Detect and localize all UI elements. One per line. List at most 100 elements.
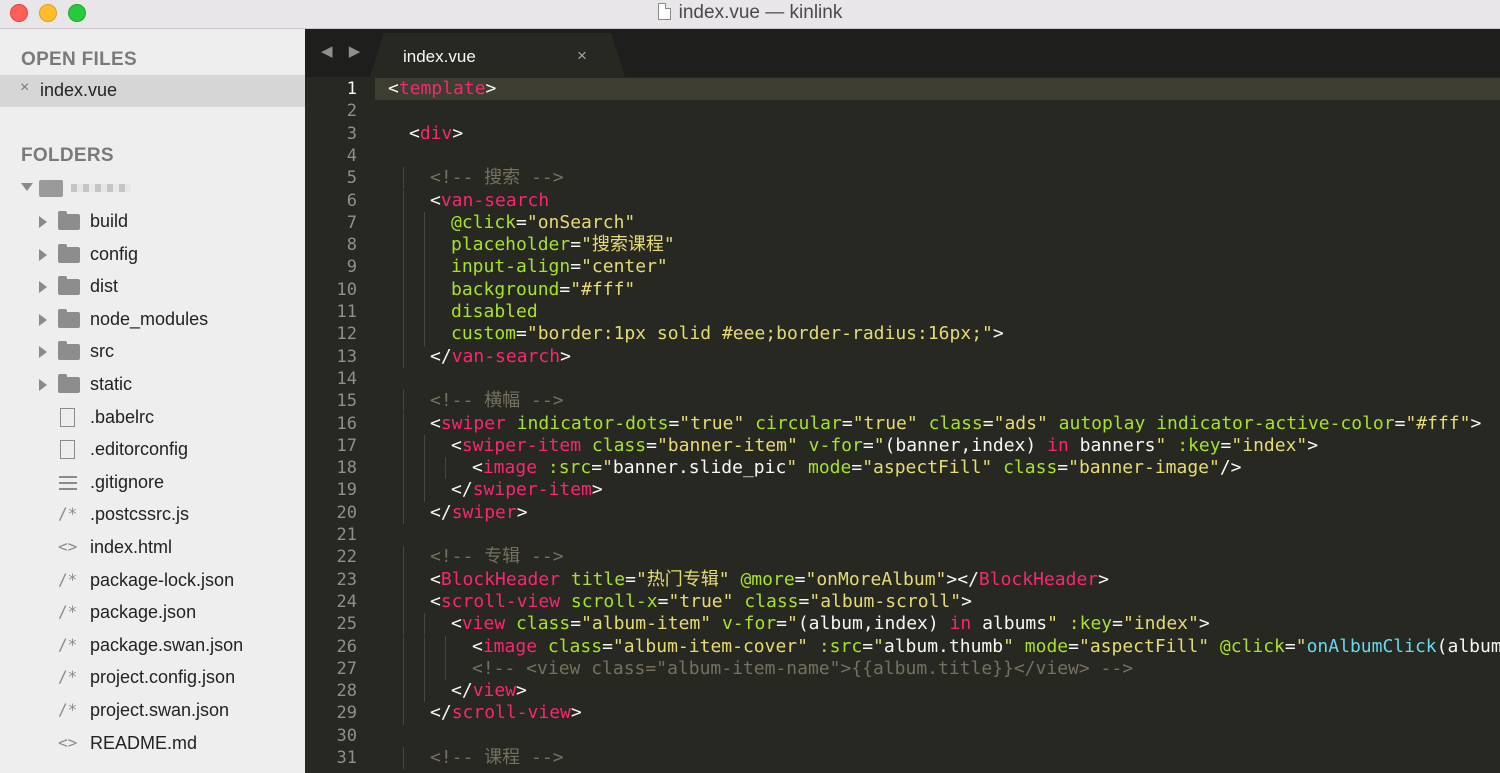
indent-guide (403, 613, 404, 636)
code-token: (banner,index) (884, 434, 1048, 456)
close-icon[interactable]: × (20, 79, 29, 97)
tree-item[interactable]: node_modules (0, 304, 305, 336)
indent-guide (445, 635, 446, 658)
line-number: 17 (336, 435, 357, 456)
tree-item[interactable]: config (0, 239, 305, 271)
indent-guide (403, 189, 404, 212)
tree-item[interactable]: src (0, 336, 305, 368)
open-file-item[interactable]: × index.vue (0, 75, 305, 107)
chevron-down-icon[interactable] (21, 183, 33, 191)
code-token: class (516, 613, 571, 635)
line-number: 9 (346, 257, 357, 278)
comment-icon: /* (58, 700, 78, 719)
tree-item[interactable]: /* package.json (0, 597, 305, 629)
indent-guide (403, 167, 404, 190)
line-number: 11 (336, 302, 357, 322)
tree-item-name: package.json (90, 602, 197, 623)
code-token: < (430, 412, 441, 434)
indent-guide (403, 479, 404, 502)
code-token: scroll-view (440, 590, 561, 612)
tree-item[interactable]: /* .postcssrc.js (0, 499, 305, 531)
code-token: @click (1219, 635, 1285, 657)
tree-item[interactable]: .babelrc (0, 402, 305, 434)
code-token: = (851, 457, 863, 479)
code-line: <!-- <view class="album-item-name">{{alb… (472, 658, 1500, 680)
code-token: > (516, 501, 528, 523)
code-token: = (1057, 457, 1069, 479)
close-icon[interactable]: × (577, 46, 587, 66)
line-number: 3 (346, 123, 357, 144)
code-token: < (451, 613, 462, 635)
tree-item-name: .babelrc (90, 406, 155, 427)
line-number: 27 (336, 658, 357, 679)
line-number: 20 (336, 502, 357, 523)
code-token: > (961, 590, 972, 612)
code-token: <!-- 搜索 --> (430, 167, 564, 189)
code-token: = (668, 412, 680, 434)
code-token: = (982, 412, 994, 434)
indent-guide (424, 434, 425, 458)
code-editor[interactable]: <template> <div> <!-- 搜索 --> <van-search @cl… (375, 77, 1500, 773)
tree-item-name: static (90, 374, 133, 394)
code-token: < (388, 78, 399, 99)
code-token: :src (547, 457, 592, 479)
tree-item[interactable]: <> README.md (0, 728, 305, 760)
code-line: <!-- 课程 --> (430, 747, 1500, 769)
chevron-right-icon[interactable] (39, 248, 47, 261)
folder-icon (58, 211, 80, 230)
code-line: </van-search> (430, 346, 1500, 368)
folder-open-icon (39, 180, 63, 197)
code-token: van-search (440, 189, 550, 211)
code-line: <!-- 搜索 --> (430, 167, 1500, 189)
tree-item[interactable]: static (0, 369, 305, 401)
tree-item-name: project.config.json (90, 667, 236, 688)
code-token: mode (1024, 635, 1069, 657)
tree-item[interactable]: /* project.swan.json (0, 695, 305, 727)
chevron-right-icon[interactable] (39, 281, 47, 294)
code-token: scroll-view (451, 702, 571, 724)
code-line: <!-- 专辑 --> (430, 546, 1500, 568)
tab-index-vue[interactable]: index.vue × (370, 33, 625, 77)
code-token: v-for (808, 434, 863, 456)
chevron-right-icon[interactable] (39, 313, 47, 326)
code-token: in (949, 613, 972, 635)
tree-item[interactable]: /* package.swan.json (0, 630, 305, 662)
tab-nav-arrows-icon[interactable]: ◀ ▶ (321, 42, 366, 60)
code-token: "center" (581, 256, 668, 278)
code-icon: <> (58, 732, 78, 752)
indent-guide (403, 747, 404, 770)
tree-item-name: project.swan.json (90, 700, 230, 720)
code-token: > (452, 122, 464, 144)
code-token: class (547, 635, 603, 657)
line-number: 19 (336, 480, 357, 501)
code-token: ></ (946, 568, 979, 590)
code-token: "搜索课程" (581, 234, 675, 256)
tree-item[interactable]: build (0, 206, 305, 238)
code-token: = (516, 323, 527, 345)
code-token: = (1068, 635, 1079, 657)
tree-item[interactable]: .editorconfig (0, 434, 305, 466)
code-token: image (482, 457, 538, 479)
chevron-right-icon[interactable] (39, 216, 47, 228)
tree-item[interactable]: /* package-lock.json (0, 565, 305, 597)
indent-guide (424, 613, 425, 636)
code-token: view (472, 680, 517, 702)
code-token: = (1220, 434, 1232, 456)
chevron-right-icon[interactable] (39, 379, 47, 391)
folder-icon (58, 341, 80, 361)
chevron-right-icon[interactable] (39, 346, 47, 359)
tree-item[interactable]: <> index.html (0, 532, 305, 564)
tree-item[interactable]: /* project.config.json (0, 662, 305, 694)
code-token: = (559, 278, 571, 300)
code-token: "border:1px solid #eee;border-radius:16p… (526, 323, 993, 345)
tree-item[interactable]: dist (0, 271, 305, 303)
code-token: template (398, 78, 486, 99)
code-token: < (430, 189, 441, 211)
tree-item[interactable]: .gitignore (0, 467, 305, 499)
